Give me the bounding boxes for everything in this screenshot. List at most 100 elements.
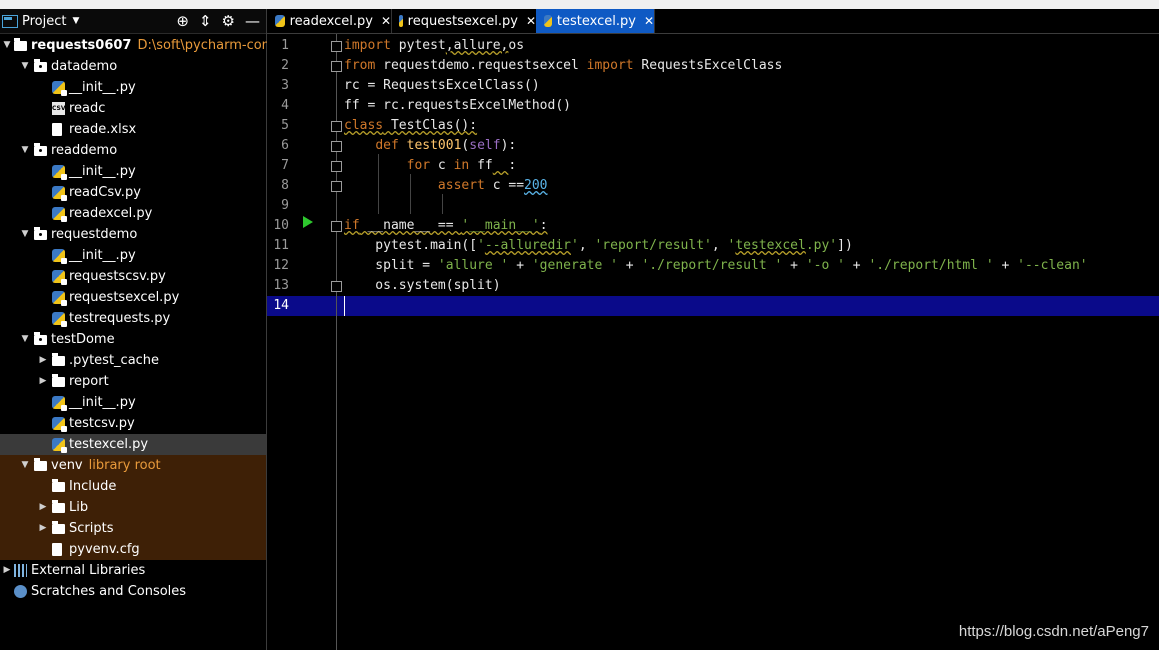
fold-marker-icon[interactable]: [331, 161, 342, 172]
project-icon: [2, 14, 18, 28]
folder-icon: [14, 38, 27, 51]
code-line-4: ff = rc.requestsExcelMethod(): [344, 98, 571, 113]
run-icon[interactable]: [303, 216, 313, 228]
tree-item[interactable]: requestsexcel.py: [0, 287, 266, 308]
collapse-all-icon[interactable]: ⇕: [199, 12, 212, 30]
package-folder-icon: [34, 227, 47, 240]
line-number: 7: [281, 158, 289, 173]
tree-item-label: requests0607 D:\soft\pycharm-commun: [31, 38, 304, 53]
chevron-right-icon[interactable]: ▶: [38, 518, 48, 539]
tree-item[interactable]: reade.xlsx: [0, 119, 266, 140]
python-file-icon: [52, 312, 67, 327]
fold-marker-icon[interactable]: [331, 141, 342, 152]
tree-item[interactable]: __init__.py: [0, 245, 266, 266]
tree-item[interactable]: ▼ readdemo: [0, 140, 266, 161]
code-line-12: split = 'allure ' + 'generate ' + './rep…: [344, 258, 1088, 273]
package-folder-icon: [34, 332, 47, 345]
python-file-icon: [52, 270, 67, 285]
tree-item-label: .pytest_cache: [69, 353, 160, 368]
fold-marker-icon[interactable]: [331, 121, 342, 132]
tree-item[interactable]: readexcel.py: [0, 203, 266, 224]
code-line-6: def test001(self):: [375, 138, 517, 153]
tab-label: testexcel.py: [556, 13, 636, 29]
tree-item[interactable]: requestscsv.py: [0, 266, 266, 287]
tree-item-label: requestdemo: [51, 227, 138, 242]
chevron-right-icon[interactable]: ▶: [38, 497, 48, 518]
python-file-icon: [52, 417, 67, 432]
tree-item[interactable]: testrequests.py: [0, 308, 266, 329]
tree-item[interactable]: __init__.py: [0, 161, 266, 182]
python-file-icon: [52, 249, 67, 264]
locate-icon[interactable]: ⊕: [176, 12, 189, 30]
chevron-right-icon[interactable]: ▶: [38, 350, 48, 371]
folder-icon: [52, 353, 65, 366]
chevron-right-icon[interactable]: ▶: [2, 560, 12, 581]
chevron-down-icon[interactable]: ▼: [20, 455, 30, 476]
python-file-icon: [52, 207, 67, 222]
tree-item[interactable]: Scratches and Consoles: [0, 581, 266, 602]
project-panel-header[interactable]: Project ▼ ⊕ ⇕ ⚙ —: [0, 9, 266, 34]
fold-marker-icon[interactable]: [331, 281, 342, 292]
line-number: 14: [273, 298, 289, 313]
editor-tab[interactable]: testexcel.py ✕: [536, 9, 655, 33]
gear-icon[interactable]: ⚙: [222, 12, 235, 30]
folder-icon: [52, 500, 65, 513]
editor-tab[interactable]: requestsexcel.py ✕: [391, 9, 537, 33]
code-line-3: rc = RequestsExcelClass(): [344, 78, 540, 93]
file-icon: [52, 543, 62, 556]
chevron-down-icon[interactable]: ▼: [2, 35, 12, 56]
tree-item[interactable]: ▼ venv library root: [0, 455, 266, 476]
tree-item[interactable]: ▼ testDome: [0, 329, 266, 350]
tree-item[interactable]: testexcel.py: [0, 434, 266, 455]
fold-marker-icon[interactable]: [331, 181, 342, 192]
code-editor[interactable]: 1 2 3 4 5 6 7 8 9 10 11 12 13 14 import pytest,allure…: [267, 34, 1159, 650]
text-cursor: [344, 296, 345, 316]
tree-item[interactable]: ▶ Lib: [0, 497, 266, 518]
tree-item[interactable]: CSV readc: [0, 98, 266, 119]
tree-item[interactable]: __init__.py: [0, 77, 266, 98]
tree-item-label: readCsv.py: [69, 185, 141, 200]
tree-item[interactable]: pyvenv.cfg: [0, 539, 266, 560]
code-line-13: os.system(split): [344, 278, 501, 293]
close-icon[interactable]: ✕: [644, 14, 654, 28]
fold-marker-icon[interactable]: [331, 61, 342, 72]
tree-item[interactable]: ▼ requests0607 D:\soft\pycharm-commun: [0, 35, 303, 56]
tree-item[interactable]: ▶ External Libraries: [0, 560, 266, 581]
line-number: 11: [273, 238, 289, 253]
python-file-icon: [52, 186, 67, 201]
folder-icon: [52, 479, 65, 492]
code-line-11: pytest.main(['--alluredir', 'report/resu…: [344, 238, 853, 253]
fold-marker-icon[interactable]: [331, 221, 342, 232]
csv-file-icon: CSV: [52, 102, 65, 115]
tree-item-sublabel: library root: [88, 458, 161, 473]
chevron-down-icon[interactable]: ▼: [20, 140, 30, 161]
tree-item[interactable]: ▶ Scripts: [0, 518, 266, 539]
chevron-down-icon[interactable]: ▼: [72, 16, 79, 26]
python-file-icon: [52, 396, 67, 411]
tree-item[interactable]: __init__.py: [0, 392, 266, 413]
tree-item[interactable]: ▶ .pytest_cache: [0, 350, 266, 371]
close-icon[interactable]: ✕: [526, 14, 536, 28]
tree-item[interactable]: ▶ report: [0, 371, 266, 392]
python-file-icon: [399, 15, 403, 27]
chevron-down-icon[interactable]: ▼: [20, 56, 30, 77]
fold-marker-icon[interactable]: [331, 41, 342, 52]
tree-item-label: Scratches and Consoles: [31, 584, 187, 599]
tree-item[interactable]: ▼ requestdemo: [0, 224, 266, 245]
line-number: 12: [273, 258, 289, 273]
tree-item[interactable]: ▼ datademo: [0, 56, 266, 77]
tree-item-label: readc: [69, 101, 106, 116]
tree-item[interactable]: testcsv.py: [0, 413, 266, 434]
chevron-down-icon[interactable]: ▼: [20, 329, 30, 350]
chevron-right-icon[interactable]: ▶: [38, 371, 48, 392]
editor-tab[interactable]: readexcel.py ✕: [267, 9, 392, 33]
close-icon[interactable]: ✕: [381, 14, 391, 28]
tree-item[interactable]: Include: [0, 476, 266, 497]
tree-item[interactable]: readCsv.py: [0, 182, 266, 203]
tree-item-label: __init__.py: [69, 395, 136, 410]
folder-icon: [52, 521, 65, 534]
tab-label: readexcel.py: [289, 13, 373, 29]
chevron-down-icon[interactable]: ▼: [20, 224, 30, 245]
folder-icon: [52, 374, 65, 387]
minimize-icon[interactable]: —: [245, 12, 260, 30]
